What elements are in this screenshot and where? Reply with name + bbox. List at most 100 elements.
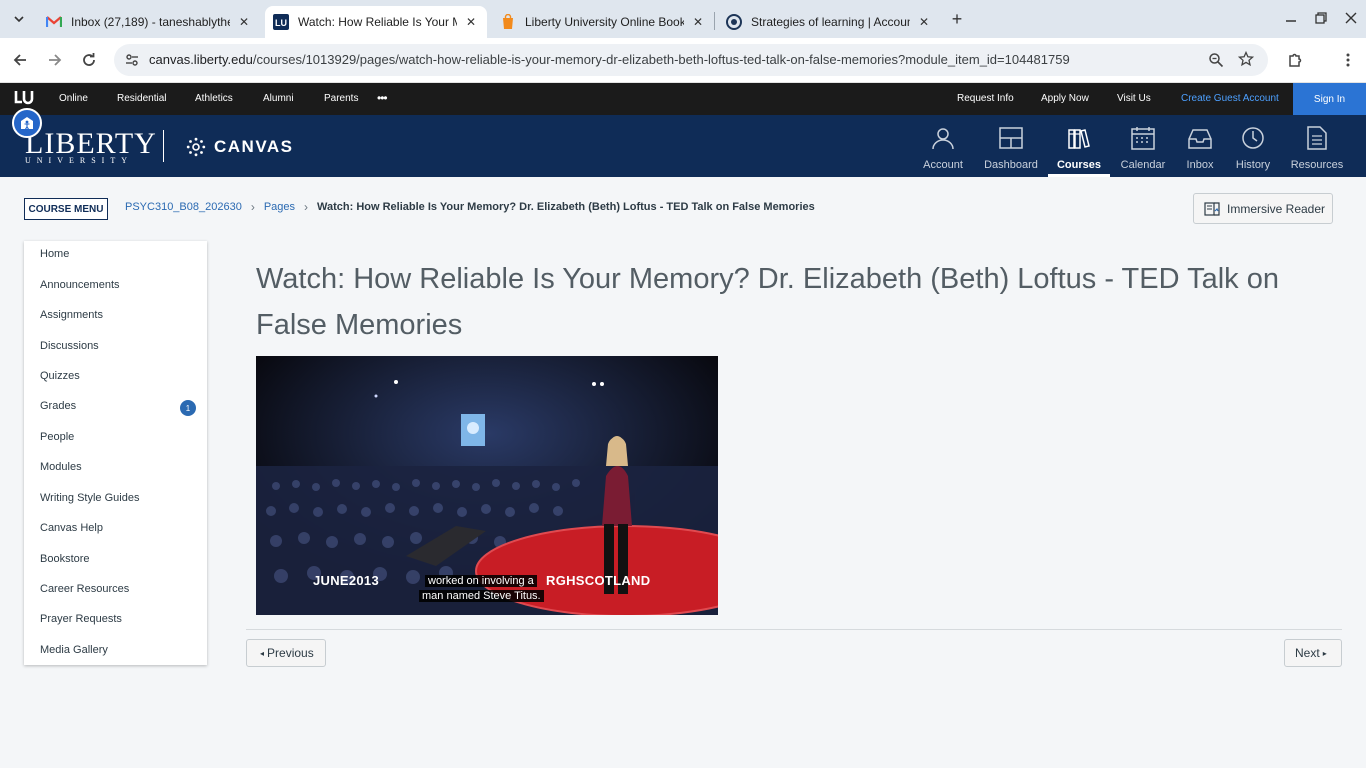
course-nav-prayer-requests[interactable]: Prayer Requests — [40, 613, 122, 625]
topbar-link-residential[interactable]: Residential — [117, 93, 166, 104]
video-caption-line-2: man named Steve Titus. — [419, 590, 544, 602]
next-label: Next — [1295, 646, 1320, 660]
topbar-link-alumni[interactable]: Alumni — [263, 93, 294, 104]
topbar-link-request-info[interactable]: Request Info — [957, 93, 1014, 104]
global-nav-account[interactable]: Account — [912, 115, 974, 177]
calendar-icon — [1130, 125, 1156, 151]
topbar-link-online[interactable]: Online — [59, 93, 88, 104]
courses-icon — [1066, 125, 1092, 151]
dashboard-icon — [998, 125, 1024, 151]
course-nav-bookstore[interactable]: Bookstore — [40, 553, 90, 565]
course-menu-button[interactable]: COURSE MENU — [24, 198, 108, 220]
previous-button[interactable]: ◂ Previous — [246, 639, 326, 667]
tab-title: Strategies of learning | Account — [751, 15, 910, 29]
close-icon[interactable]: ✕ — [916, 14, 932, 30]
tab-title: Inbox (27,189) - taneshablythe — [71, 15, 230, 29]
global-nav-label: Resources — [1290, 159, 1344, 171]
global-nav-calendar[interactable]: Calendar — [1112, 115, 1174, 177]
breadcrumb-chevron-icon: › — [250, 200, 255, 214]
next-button[interactable]: Next ▸ — [1284, 639, 1342, 667]
course-nav-media-gallery[interactable]: Media Gallery — [40, 644, 108, 656]
content-divider — [246, 629, 1342, 630]
browser-tab-bookstore[interactable]: Liberty University Online Books ✕ — [492, 6, 714, 38]
tab-title: Watch: How Reliable Is Your Me — [298, 15, 457, 29]
sign-in-button[interactable]: Sign In — [1293, 83, 1366, 115]
immersive-reader-label: Immersive Reader — [1227, 201, 1326, 216]
close-icon[interactable]: ✕ — [463, 14, 479, 30]
topbar-link-apply-now[interactable]: Apply Now — [1041, 93, 1089, 104]
browser-tab-gmail[interactable]: Inbox (27,189) - taneshablythe ✕ — [38, 6, 260, 38]
topbar-more-icon[interactable]: ••• — [377, 91, 388, 105]
course-nav-people[interactable]: People — [40, 431, 74, 443]
course-nav-announcements[interactable]: Announcements — [40, 279, 120, 291]
account-icon — [930, 125, 956, 151]
course-nav-career-resources[interactable]: Career Resources — [40, 583, 129, 595]
tab-title: Liberty University Online Books — [525, 15, 684, 29]
restore-icon[interactable] — [1306, 6, 1336, 30]
liberty-icon: LU — [273, 14, 289, 30]
liberty-top-bar: Online Residential Athletics Alumni Pare… — [0, 83, 1366, 115]
global-nav-courses[interactable]: Courses — [1048, 115, 1110, 177]
minimize-icon[interactable] — [1276, 6, 1306, 30]
browser-toolbar: canvas.liberty.edu/courses/1013929/pages… — [0, 38, 1366, 83]
openai-icon — [726, 14, 742, 30]
url-host: canvas.liberty.edu — [149, 52, 253, 67]
canvas-logo-icon — [186, 137, 206, 157]
global-nav-resources[interactable]: Resources — [1286, 115, 1348, 177]
course-nav-modules[interactable]: Modules — [40, 461, 82, 473]
course-nav-quizzes[interactable]: Quizzes — [40, 370, 80, 382]
forward-arrow-icon[interactable] — [43, 48, 67, 72]
site-info-icon[interactable] — [124, 52, 140, 68]
close-window-icon[interactable] — [1336, 6, 1366, 30]
global-nav-label: History — [1235, 159, 1271, 171]
global-nav-label: Courses — [1056, 159, 1102, 171]
browser-tab-canvas[interactable]: LU Watch: How Reliable Is Your Me ✕ — [265, 6, 487, 38]
global-nav-label: Inbox — [1186, 159, 1214, 171]
tab-search-chevron-icon[interactable] — [8, 8, 30, 30]
browser-menu-icon[interactable] — [1336, 48, 1360, 72]
tab-separator — [714, 12, 715, 30]
global-nav-dashboard[interactable]: Dashboard — [980, 115, 1042, 177]
canvas-logo[interactable]: CANVAS — [186, 137, 294, 157]
topbar-link-parents[interactable]: Parents — [324, 93, 358, 104]
close-icon[interactable]: ✕ — [690, 14, 706, 30]
global-nav-history[interactable]: History — [1222, 115, 1284, 177]
course-nav-canvas-help[interactable]: Canvas Help — [40, 522, 103, 534]
address-bar[interactable]: canvas.liberty.edu/courses/1013929/pages… — [114, 44, 1268, 76]
breadcrumb-pages-link[interactable]: Pages — [264, 201, 295, 213]
bookmark-star-icon[interactable] — [1238, 51, 1254, 67]
reload-icon[interactable] — [77, 48, 101, 72]
course-nav-assignments[interactable]: Assignments — [40, 309, 103, 321]
url-path: /courses/1013929/pages/watch-how-reliabl… — [252, 52, 1070, 67]
accessibility-widget-icon[interactable] — [12, 108, 42, 138]
course-nav-grades[interactable]: Grades — [40, 400, 76, 412]
global-nav-label: Calendar — [1120, 159, 1166, 171]
close-icon[interactable]: ✕ — [236, 14, 252, 30]
grades-count-badge: 1 — [180, 400, 196, 416]
immersive-reader-icon — [1204, 201, 1220, 217]
create-guest-account-link[interactable]: Create Guest Account — [1181, 93, 1279, 104]
topbar-link-visit-us[interactable]: Visit Us — [1117, 93, 1151, 104]
video-player[interactable]: JUNE2013 RGHSCOTLAND worked on involving… — [256, 356, 718, 615]
zoom-icon[interactable] — [1208, 52, 1224, 68]
course-nav-writing-style-guides[interactable]: Writing Style Guides — [40, 492, 139, 504]
breadcrumb-course-link[interactable]: PSYC310_B08_202630 — [125, 201, 242, 213]
history-icon — [1240, 125, 1266, 151]
lu-small-logo-icon[interactable] — [14, 90, 34, 109]
global-nav-label: Dashboard — [984, 159, 1038, 171]
svg-text:LU: LU — [275, 18, 287, 28]
course-nav-home[interactable]: Home — [40, 248, 69, 260]
browser-tab-openai[interactable]: Strategies of learning | Account ✕ — [718, 6, 940, 38]
back-arrow-icon[interactable] — [8, 48, 32, 72]
breadcrumb: PSYC310_B08_202630 › Pages › Watch: How … — [125, 200, 815, 214]
bookstore-icon — [500, 14, 516, 30]
new-tab-plus-icon[interactable]: + — [946, 8, 968, 30]
topbar-link-athletics[interactable]: Athletics — [195, 93, 233, 104]
immersive-reader-button[interactable]: Immersive Reader — [1193, 193, 1333, 224]
previous-arrow-icon: ◂ — [260, 648, 265, 658]
extensions-puzzle-icon[interactable] — [1283, 48, 1307, 72]
resources-icon — [1304, 125, 1330, 151]
course-nav-discussions[interactable]: Discussions — [40, 340, 99, 352]
next-arrow-icon: ▸ — [1322, 648, 1327, 658]
canvas-header: LIBERTY UNIVERSITY CANVAS Account Dashbo… — [0, 115, 1366, 177]
